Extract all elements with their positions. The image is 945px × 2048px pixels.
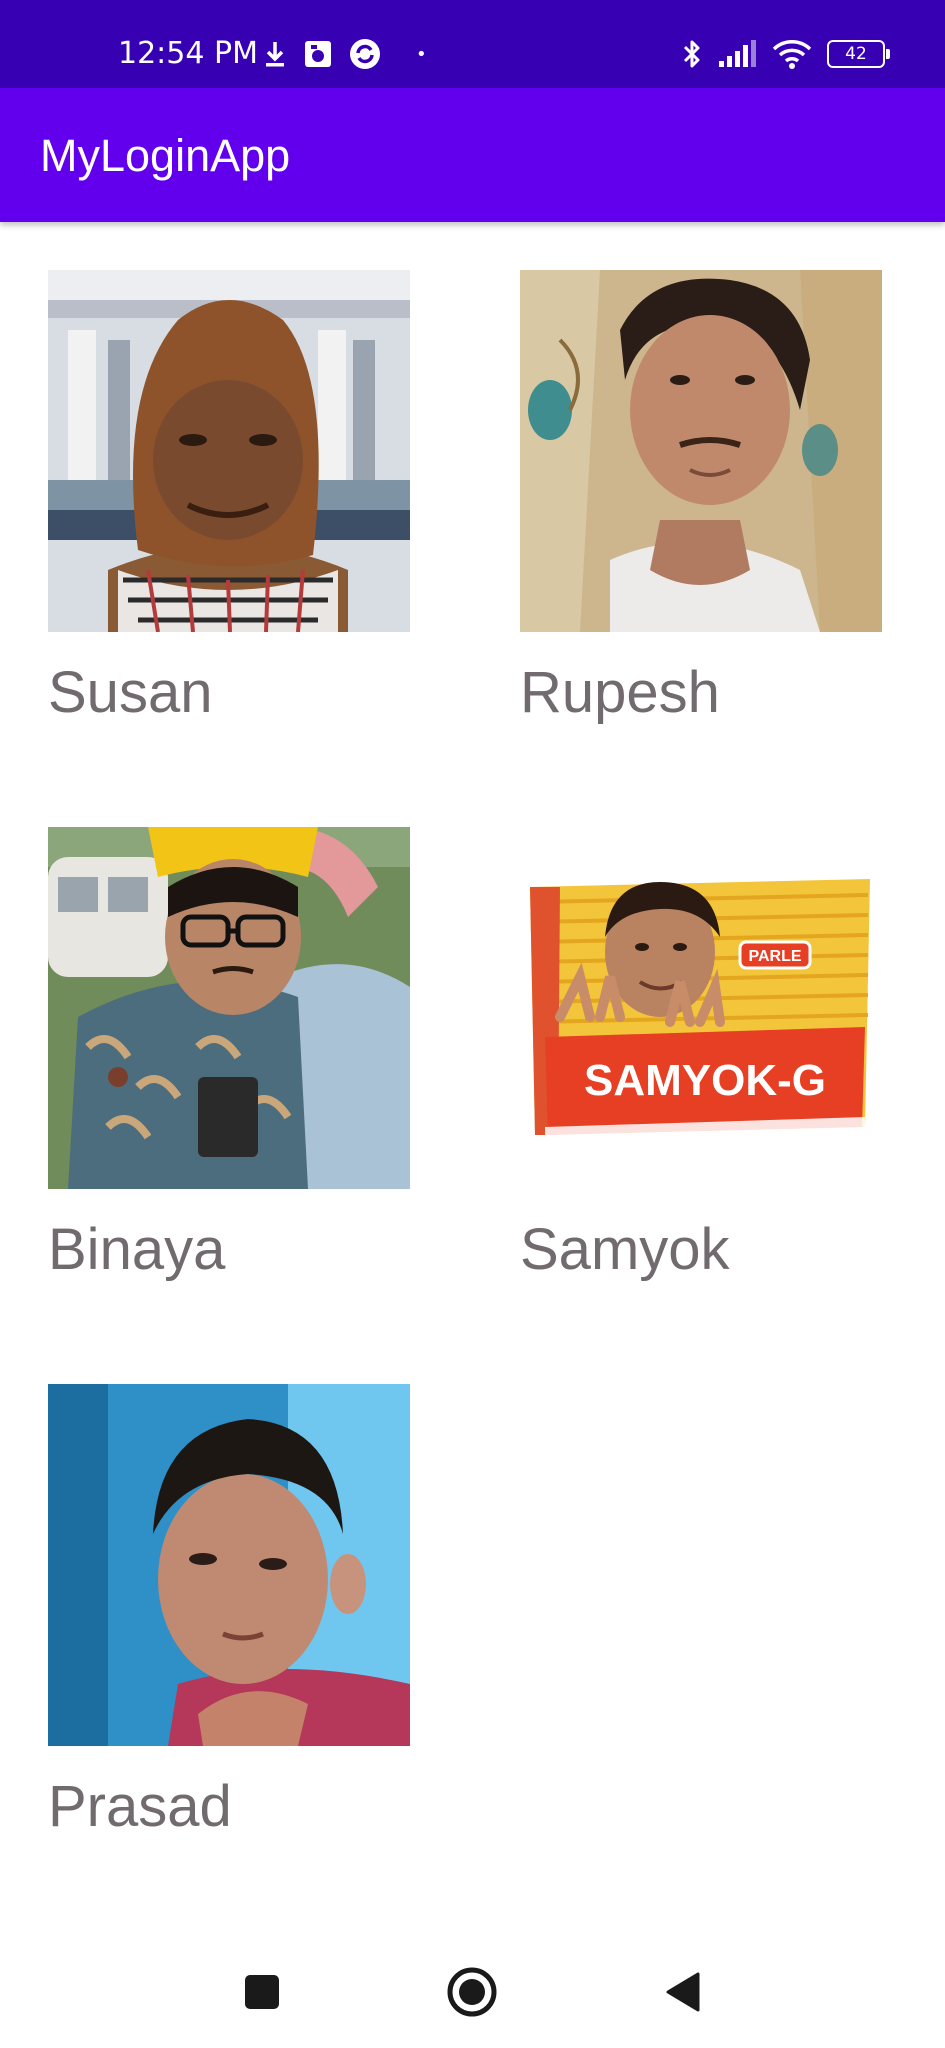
back-triangle-icon [666, 1972, 700, 2012]
signal-icon [719, 40, 756, 67]
person-name-samyok: Samyok [520, 1217, 730, 1282]
photo-icon [305, 41, 331, 67]
person-photo-rupesh[interactable] [520, 270, 882, 632]
person-photo-prasad[interactable] [48, 1384, 410, 1746]
status-time: 12:54 PM [118, 36, 258, 71]
person-name-prasad: Prasad [48, 1774, 232, 1839]
recents-button[interactable] [232, 1962, 292, 2022]
person-photo-susan[interactable] [48, 270, 410, 632]
samyok-photo-image: PARLE SAMYOK-G [520, 827, 882, 1189]
person-name-binaya: Binaya [48, 1217, 226, 1282]
home-button[interactable] [442, 1962, 502, 2022]
battery-icon: 42 [827, 40, 890, 68]
binaya-photo-image [48, 827, 410, 1189]
prasad-photo-image [48, 1384, 410, 1746]
app-title: MyLoginApp [40, 130, 291, 181]
bluetooth-icon [683, 40, 700, 68]
square-icon [245, 1975, 279, 2009]
download-icon [266, 42, 284, 67]
person-card-rupesh[interactable]: Rupesh [520, 270, 882, 750]
screen: 12:54 PM • 42 MyLoginApp Susan Rupesh Bi… [0, 0, 945, 2048]
back-button[interactable] [652, 1962, 712, 2022]
sync-app-icon [350, 39, 380, 69]
people-grid: Susan Rupesh Binaya PARLE SAMYOK-G Samyo… [0, 222, 945, 1872]
samyok-pack-brand: PARLE [748, 948, 801, 965]
samyok-pack-product: SAMYOK-G [584, 1056, 826, 1105]
app-bar: MyLoginApp [0, 88, 945, 222]
wifi-icon [772, 40, 812, 69]
susan-photo-image [48, 270, 410, 632]
person-card-samyok[interactable]: PARLE SAMYOK-G Samyok [520, 827, 882, 1307]
person-card-binaya[interactable]: Binaya [48, 827, 410, 1307]
navigation-bar [0, 1930, 945, 2048]
status-left-icons: • [262, 36, 427, 72]
person-name-rupesh: Rupesh [520, 660, 720, 725]
person-card-prasad[interactable]: Prasad [48, 1384, 410, 1864]
person-name-susan: Susan [48, 660, 213, 725]
status-right-icons: 42 [681, 36, 890, 72]
status-bar: 12:54 PM • 42 [0, 0, 945, 88]
person-photo-samyok[interactable]: PARLE SAMYOK-G [520, 827, 882, 1189]
rupesh-photo-image [520, 270, 882, 632]
person-card-susan[interactable]: Susan [48, 270, 410, 750]
home-circle-icon [447, 1967, 497, 2017]
notification-dot: • [416, 43, 427, 65]
person-photo-binaya[interactable] [48, 827, 410, 1189]
